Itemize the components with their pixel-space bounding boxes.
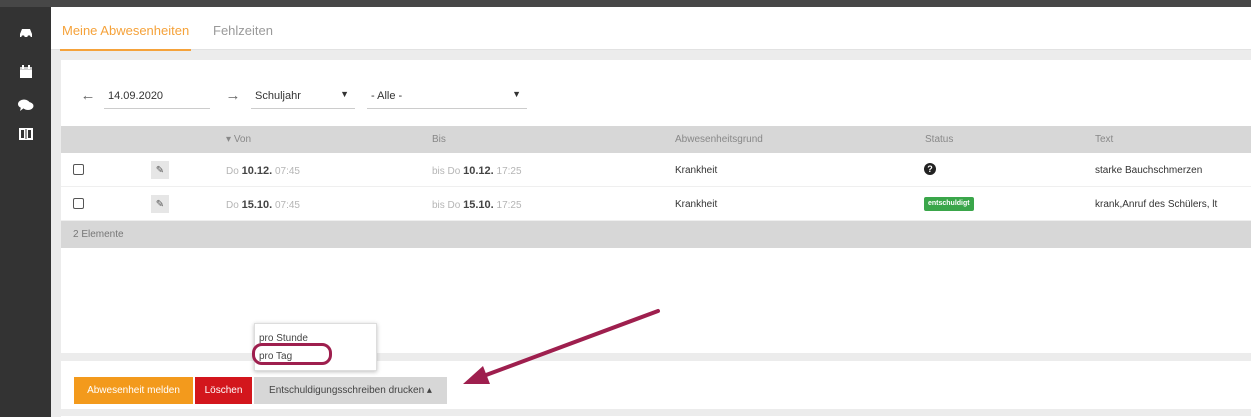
annotation-arrow-icon (463, 309, 660, 384)
